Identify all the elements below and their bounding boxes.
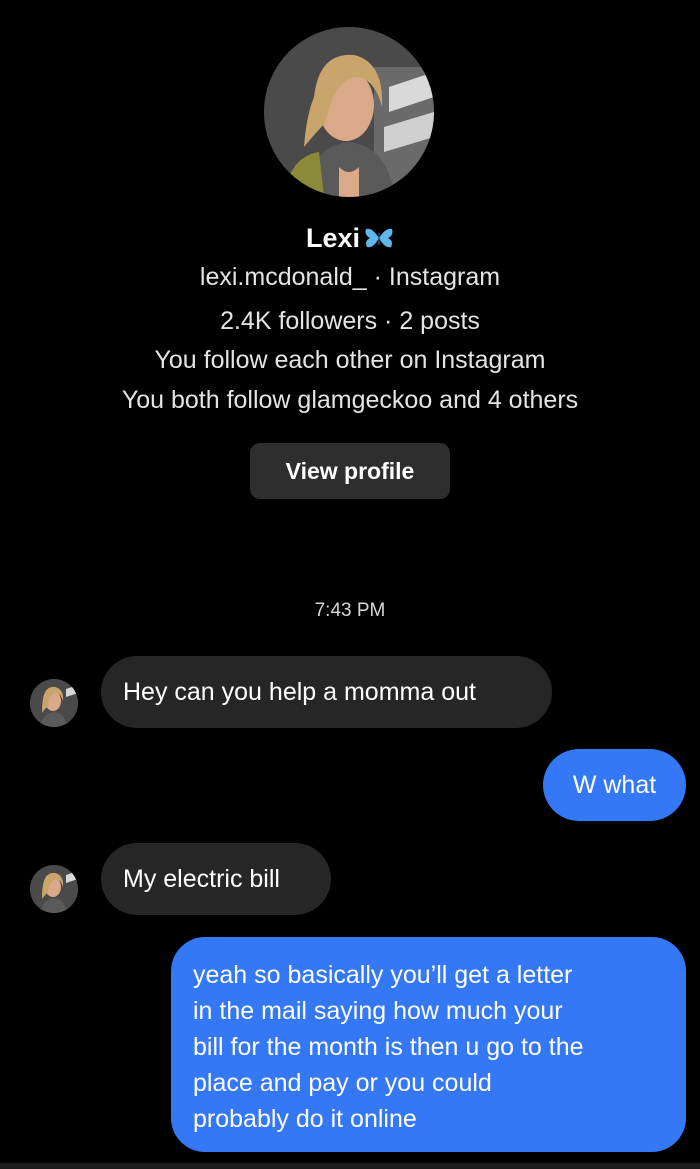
profile-follow-status: You follow each other on Instagram	[154, 346, 546, 374]
bottom-divider	[0, 1163, 700, 1169]
message-text: Hey can you help a momma out	[123, 677, 476, 706]
message-timestamp: 7:43 PM	[314, 600, 386, 621]
profile-mutual-follows: You both follow glamgeckoo and 4 others	[121, 386, 579, 414]
sender-photo	[30, 679, 78, 727]
sender-avatar[interactable]	[30, 865, 78, 913]
message-text-line: bill for the month is then u go to the	[193, 1033, 584, 1061]
message-bubble-incoming[interactable]: My electric bill	[101, 843, 331, 915]
message-text-line: yeah so basically you’ll get a letter	[193, 961, 573, 989]
profile-photo	[264, 27, 434, 197]
message-bubble-incoming[interactable]: Hey can you help a momma out	[101, 656, 552, 728]
message-text: W what	[572, 770, 657, 799]
sender-avatar[interactable]	[30, 679, 78, 727]
profile-display-name: Lexi	[305, 222, 361, 253]
profile-stats: 2.4K followers · 2 posts	[220, 307, 480, 335]
profile-handle: lexi.mcdonald_ · Instagram	[199, 263, 501, 291]
message-text-line: probably do it online	[193, 1105, 417, 1133]
profile-name-row: Lexi	[0, 218, 700, 258]
profile-avatar[interactable]	[264, 27, 434, 197]
message-text-line: in the mail saying how much your	[193, 997, 563, 1025]
butterfly-icon	[364, 225, 394, 251]
message-text-line: place and pay or you could	[193, 1069, 492, 1097]
message-text: My electric bill	[123, 864, 280, 893]
message-bubble-outgoing[interactable]: yeah so basically you’ll get a letter in…	[171, 937, 686, 1152]
message-bubble-outgoing[interactable]: W what	[543, 749, 686, 821]
view-profile-button[interactable]: View profile	[250, 443, 450, 499]
sender-photo	[30, 865, 78, 913]
